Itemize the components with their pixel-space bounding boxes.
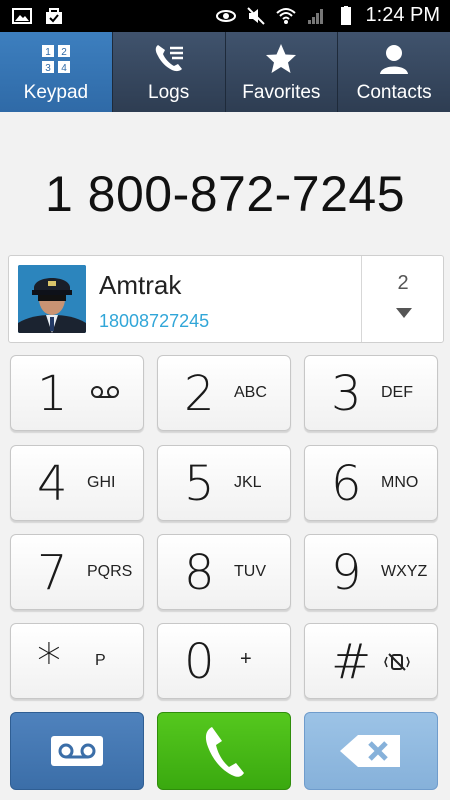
backspace-icon <box>340 735 400 767</box>
contact-number: 18008727245 <box>99 311 210 331</box>
star-icon <box>264 42 298 76</box>
svg-text:1: 1 <box>45 47 51 58</box>
key-8[interactable]: 8 TUV <box>157 534 291 610</box>
key-digit: 8 <box>184 545 215 601</box>
svg-text:3: 3 <box>45 63 51 74</box>
status-bar: 1:24 PM <box>0 0 450 32</box>
keypad-icon: 1 2 3 4 <box>39 42 73 76</box>
key-letters: GHI <box>87 474 116 491</box>
key-hash[interactable]: # <box>304 623 438 699</box>
call-button[interactable] <box>157 712 291 790</box>
tab-keypad[interactable]: 1 2 3 4 Keypad <box>0 32 113 112</box>
key-digit: 7 <box>37 545 68 601</box>
key-5[interactable]: 5 JKL <box>157 445 291 521</box>
gallery-icon <box>12 8 32 24</box>
tab-label: Contacts <box>356 82 432 103</box>
svg-text:2: 2 <box>61 47 67 58</box>
key-4[interactable]: 4 GHI <box>10 445 144 521</box>
key-letters: P <box>95 652 106 669</box>
key-letters: + <box>240 648 252 670</box>
key-digit: # <box>331 634 372 690</box>
tab-label: Logs <box>148 82 190 103</box>
dialed-number[interactable]: 1 800-872-7245 <box>0 165 450 223</box>
key-letters: MNO <box>381 474 419 491</box>
wifi-icon <box>275 7 296 24</box>
signal-icon <box>307 8 323 24</box>
key-star[interactable]: * P <box>10 623 144 699</box>
key-6[interactable]: 6 MNO <box>304 445 438 521</box>
voicemail-icon <box>51 736 103 766</box>
vibrate-mute-icon <box>384 653 410 671</box>
tab-label: Keypad <box>23 82 89 103</box>
key-digit: 1 <box>37 366 68 422</box>
chevron-down-icon[interactable] <box>396 308 412 318</box>
tab-contacts[interactable]: Contacts <box>338 32 450 112</box>
mute-icon <box>246 6 265 25</box>
key-digit: 3 <box>331 366 362 422</box>
avatar <box>18 265 86 333</box>
key-digit: 0 <box>184 634 215 690</box>
eye-icon <box>215 9 236 22</box>
voicemail-button[interactable] <box>10 712 144 790</box>
battery-icon <box>340 5 351 25</box>
key-digit: * <box>37 634 61 690</box>
key-7[interactable]: 7 PQRS <box>10 534 144 610</box>
key-digit: 2 <box>184 366 215 422</box>
tab-logs[interactable]: Logs <box>113 32 226 112</box>
key-digit: 5 <box>184 456 215 512</box>
tab-favorites[interactable]: Favorites <box>226 32 339 112</box>
key-9[interactable]: 9 WXYZ <box>304 534 438 610</box>
key-2[interactable]: 2 ABC <box>157 355 291 431</box>
key-3[interactable]: 3 DEF <box>304 355 438 431</box>
key-0[interactable]: 0 + <box>157 623 291 699</box>
key-letters: ABC <box>234 384 267 401</box>
delete-button[interactable] <box>304 712 438 790</box>
shopping-bag-icon <box>46 8 62 24</box>
contact-suggestion[interactable]: Amtrak 18008727245 2 <box>8 255 444 343</box>
key-digit: 9 <box>331 545 362 601</box>
match-count[interactable]: 2 <box>362 272 444 295</box>
tab-label: Favorites <box>242 82 321 103</box>
phone-icon <box>205 727 244 777</box>
key-letters: DEF <box>381 384 413 401</box>
key-1[interactable]: 1 <box>10 355 144 431</box>
key-digit: 6 <box>331 456 362 512</box>
key-digit: 4 <box>37 456 68 512</box>
person-icon <box>377 42 411 76</box>
call-log-icon <box>152 42 186 76</box>
voicemail-icon <box>91 386 119 398</box>
svg-text:4: 4 <box>61 63 67 74</box>
contact-name: Amtrak <box>99 270 182 300</box>
key-letters: PQRS <box>87 563 133 580</box>
key-letters: JKL <box>234 474 262 491</box>
divider <box>361 256 362 342</box>
status-time: 1:24 PM <box>365 4 440 26</box>
key-letters: TUV <box>234 563 266 580</box>
key-letters: WXYZ <box>381 563 428 580</box>
tab-bar: 1 2 3 4 Keypad Logs Favorites Contacts <box>0 32 450 112</box>
